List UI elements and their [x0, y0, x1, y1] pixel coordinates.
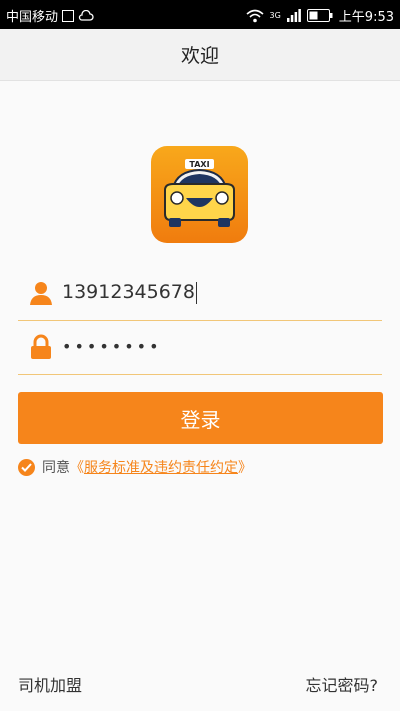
- screenshot-icon: [62, 9, 75, 22]
- page-title: 欢迎: [180, 45, 219, 67]
- network-type-label: 3G: [269, 11, 281, 20]
- agreement-close-bracket: 》: [238, 460, 252, 476]
- agreement-link[interactable]: 《服务标准及违约责任约定》: [70, 457, 252, 477]
- login-button[interactable]: 登录: [18, 392, 383, 444]
- login-button-label: 登录: [180, 407, 221, 432]
- taxi-sign-text: TAXI: [189, 160, 209, 169]
- taxi-logo-icon: TAXI: [164, 159, 235, 227]
- signal-icon: [286, 9, 301, 22]
- title-bar: 欢迎: [0, 29, 400, 81]
- user-icon: [30, 282, 52, 305]
- wifi-icon: [245, 9, 264, 22]
- lock-icon: [31, 334, 51, 359]
- driver-join-link[interactable]: 司机加盟: [18, 672, 82, 696]
- password-field[interactable]: ••••••••: [18, 322, 382, 375]
- agreement-row: 同意 《服务标准及违约责任约定》: [18, 457, 252, 477]
- checkmark-icon: [21, 462, 32, 472]
- agreement-open-bracket: 《: [70, 460, 84, 476]
- agreement-link-text: 服务标准及违约责任约定: [84, 460, 238, 476]
- agreement-prefix: 同意: [42, 460, 70, 476]
- carrier-label: 中国移动: [6, 10, 59, 25]
- forgot-password-link[interactable]: 忘记密码?: [306, 672, 379, 696]
- agree-checkbox[interactable]: [18, 458, 35, 476]
- phone-input[interactable]: 13912345678: [62, 281, 197, 304]
- phone-input-value: 13912345678: [62, 281, 195, 303]
- app-logo: TAXI: [151, 146, 248, 243]
- status-bar: 中国移动 3G 上午9:53: [0, 0, 400, 29]
- cloud-icon: [78, 9, 94, 21]
- phone-field[interactable]: 13912345678: [18, 268, 382, 321]
- clock-label: 上午9:53: [338, 10, 394, 25]
- text-cursor: [195, 281, 197, 304]
- battery-icon: [306, 9, 333, 22]
- password-input[interactable]: ••••••••: [62, 337, 162, 356]
